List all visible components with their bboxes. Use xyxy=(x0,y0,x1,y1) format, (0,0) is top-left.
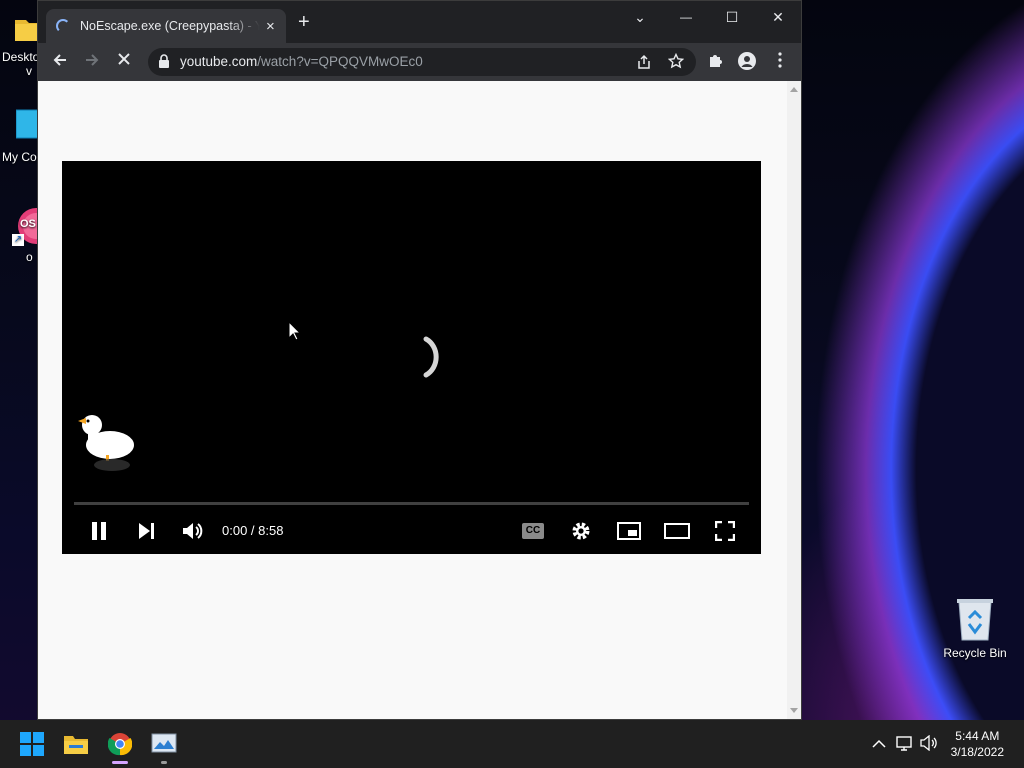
image-app-icon xyxy=(151,733,177,753)
chrome-window: NoEscape.exe (Creepypasta) - YouTube × +… xyxy=(37,0,802,720)
shortcut-arrow-icon: ↗ xyxy=(12,234,24,246)
desktop-icon-recycle-bin[interactable]: Recycle Bin xyxy=(940,596,1010,660)
scroll-up-icon[interactable] xyxy=(790,87,798,92)
back-button[interactable] xyxy=(50,52,70,72)
loading-spinner-icon xyxy=(423,336,439,378)
back-arrow-icon xyxy=(53,54,66,66)
desktop-icon-label: o xyxy=(26,250,33,264)
recycle-bin-icon xyxy=(955,596,995,642)
speaker-icon xyxy=(920,734,937,752)
menu-button[interactable] xyxy=(770,52,790,72)
close-window-button[interactable]: ✕ xyxy=(755,5,801,29)
player-controls: 0:00 / 8:58 CC xyxy=(62,511,761,551)
volume-icon xyxy=(183,523,203,539)
folder-icon xyxy=(12,12,37,46)
shortcut-badge: OS xyxy=(20,218,36,230)
bookmark-star-icon[interactable] xyxy=(667,52,685,74)
taskbar-chrome[interactable] xyxy=(104,728,136,764)
taskbar-file-explorer[interactable] xyxy=(60,728,92,760)
taskbar-app[interactable] xyxy=(148,728,180,764)
scroll-down-icon[interactable] xyxy=(790,708,798,713)
share-icon[interactable] xyxy=(636,54,652,75)
cc-icon: CC xyxy=(522,523,544,539)
taskbar: 5:44 AM 3/18/2022 xyxy=(0,720,1024,768)
profile-button[interactable] xyxy=(737,52,757,72)
next-video-button[interactable] xyxy=(133,519,159,543)
desktop-left-icons: Deskto v My Co OS ↗ o xyxy=(0,0,37,720)
desktop-icon-folder[interactable]: Deskto v xyxy=(0,12,37,78)
video-progress-bar[interactable] xyxy=(74,502,749,505)
theater-icon xyxy=(664,523,690,539)
chevron-up-icon xyxy=(872,739,886,748)
extensions-button[interactable] xyxy=(706,52,726,72)
skip-next-icon xyxy=(139,523,154,539)
show-hidden-icons-button[interactable] xyxy=(872,736,886,754)
url-path: /watch?v=QPQQVMwOEc0 xyxy=(257,54,423,69)
desktop-icon-shortcut[interactable]: OS ↗ o xyxy=(0,206,37,264)
volume-tray-button[interactable] xyxy=(920,734,938,756)
taskbar-clock[interactable]: 5:44 AM 3/18/2022 xyxy=(951,728,1004,760)
mute-button[interactable] xyxy=(180,519,206,543)
stop-x-icon xyxy=(118,53,130,65)
stop-loading-button[interactable] xyxy=(114,52,134,72)
page-viewport: 0:00 / 8:58 CC xyxy=(38,81,801,719)
start-button[interactable] xyxy=(16,728,48,760)
video-player[interactable]: 0:00 / 8:58 CC xyxy=(62,161,761,554)
pause-icon xyxy=(92,522,106,540)
page-scrollbar[interactable] xyxy=(787,81,801,719)
address-bar[interactable]: youtube.com/watch?v=QPQQVMwOEc0 xyxy=(148,48,696,76)
miniplayer-button[interactable] xyxy=(616,519,642,543)
recycle-bin-label: Recycle Bin xyxy=(943,646,1007,660)
profile-avatar-icon xyxy=(738,52,756,70)
forward-button[interactable] xyxy=(82,52,102,72)
tab-search-button[interactable]: ⌄ xyxy=(617,5,663,29)
active-app-indicator xyxy=(112,761,128,764)
windows-logo-icon xyxy=(20,732,44,756)
network-button[interactable] xyxy=(896,735,914,756)
lock-icon[interactable] xyxy=(158,54,170,73)
video-time: 0:00 / 8:58 xyxy=(222,523,284,538)
tab-close-button[interactable]: × xyxy=(266,18,275,35)
minimize-button[interactable]: — xyxy=(663,5,709,29)
puzzle-icon xyxy=(710,55,722,67)
more-vert-icon xyxy=(778,52,782,68)
clock-date: 3/18/2022 xyxy=(950,745,1004,759)
browser-tab-active[interactable]: NoEscape.exe (Creepypasta) - YouTube × xyxy=(46,9,286,43)
settings-button[interactable] xyxy=(568,519,594,543)
mouse-cursor-icon xyxy=(288,321,302,341)
theater-mode-button[interactable] xyxy=(664,519,690,543)
tab-title: NoEscape.exe (Creepypasta) - YouTube xyxy=(80,19,260,33)
desktop-icon-label-line2: v xyxy=(26,64,32,78)
new-tab-button[interactable]: + xyxy=(298,12,310,32)
pause-button[interactable] xyxy=(86,519,112,543)
tab-strip: NoEscape.exe (Creepypasta) - YouTube × +… xyxy=(38,1,801,43)
maximize-button[interactable]: ☐ xyxy=(709,5,755,29)
loading-spinner-icon xyxy=(56,19,70,33)
network-icon xyxy=(896,736,912,751)
goose-sprite-icon xyxy=(78,415,134,471)
app-shortcut-icon: OS ↗ xyxy=(12,206,37,246)
subtitles-button[interactable]: CC xyxy=(520,519,546,543)
desktop-icon-label: Deskto xyxy=(2,50,37,64)
url-text[interactable]: youtube.com/watch?v=QPQQVMwOEc0 xyxy=(180,54,423,69)
miniplayer-icon xyxy=(617,522,641,540)
fullscreen-button[interactable] xyxy=(712,519,738,543)
browser-toolbar: youtube.com/watch?v=QPQQVMwOEc0 xyxy=(38,43,801,81)
forward-arrow-icon xyxy=(86,54,99,66)
computer-icon xyxy=(15,108,37,146)
desktop-icon-label: My Co xyxy=(2,150,37,164)
fullscreen-icon xyxy=(715,521,735,541)
gear-icon xyxy=(572,522,590,540)
folder-icon xyxy=(64,736,88,754)
clock-time: 5:44 AM xyxy=(955,729,1000,743)
desktop-icon-my-computer[interactable]: My Co xyxy=(0,108,37,164)
chrome-icon xyxy=(108,733,132,756)
url-host: youtube.com xyxy=(180,54,258,69)
running-app-indicator xyxy=(161,761,167,764)
